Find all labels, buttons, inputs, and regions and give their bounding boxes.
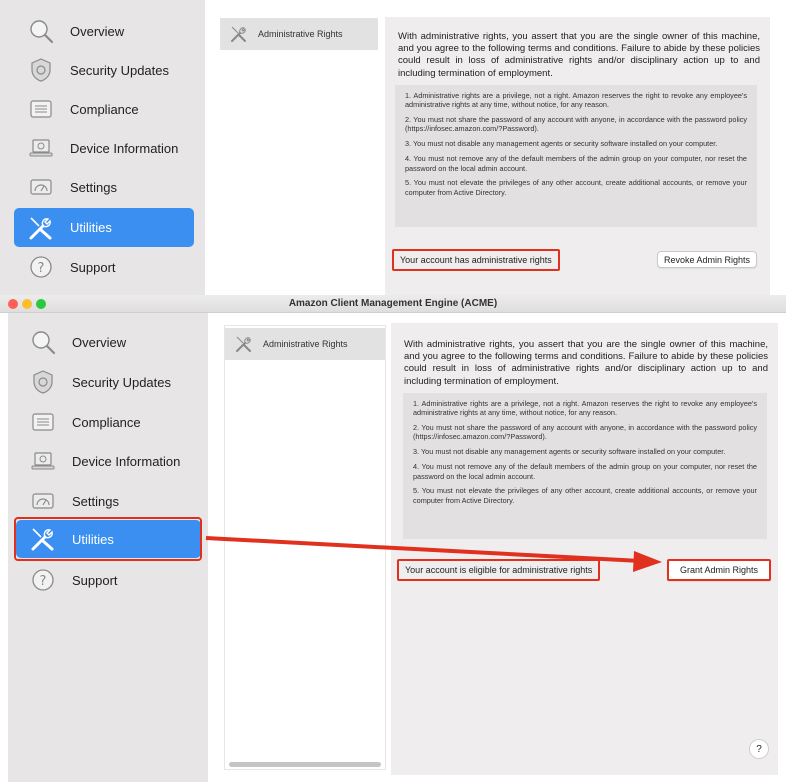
shield-icon: [28, 367, 58, 397]
sidebar-item-settings[interactable]: Settings: [16, 484, 201, 518]
sidebar-item-device-information[interactable]: Device Information: [14, 131, 194, 165]
sidebar-item-support[interactable]: ? Support: [16, 563, 201, 597]
grant-admin-rights-button[interactable]: Grant Admin Rights: [667, 559, 771, 581]
term-item: 3. You must not disable any management a…: [405, 139, 718, 149]
magnifier-icon: [26, 16, 56, 46]
tools-icon: [230, 25, 248, 43]
magnifier-icon: [28, 327, 58, 357]
sidebar-item-label: Overview: [72, 334, 127, 350]
sidebar-item-compliance[interactable]: Compliance: [14, 92, 194, 126]
term-item: 1. Administrative rights are a privilege…: [405, 91, 747, 110]
shield-icon: [26, 55, 56, 85]
tools-icon: [235, 335, 253, 353]
intro-text: With administrative rights, you assert t…: [398, 31, 760, 79]
admin-status-label: Your account is eligible for administrat…: [397, 559, 601, 581]
sidebar-item-label: Support: [70, 259, 116, 275]
help-button[interactable]: ?: [749, 739, 769, 759]
svg-text:?: ?: [38, 261, 45, 276]
bottom-screenshot-panel: Amazon Client Management Engine (ACME) O…: [0, 295, 786, 782]
term-item: 3. You must not disable any management a…: [413, 447, 726, 457]
sidebar: Overview Security Updates Compliance Dev…: [0, 0, 205, 295]
sidebar-item-label: Support: [72, 572, 118, 588]
sidebar-item-label: Security Updates: [70, 62, 169, 78]
term-item: 4. You must not remove any of the defaul…: [405, 154, 747, 173]
utilities-list: Administrative Rights: [218, 15, 378, 295]
horizontal-scrollbar[interactable]: [229, 762, 381, 767]
term-item: 5. You must not elevate the privileges o…: [413, 486, 757, 505]
window-titlebar: Amazon Client Management Engine (ACME): [0, 295, 786, 313]
sidebar-item-settings[interactable]: Settings: [14, 170, 194, 204]
sidebar-item-label: Overview: [70, 23, 125, 39]
term-item: 4. You must not remove any of the defaul…: [413, 462, 757, 481]
term-item: 2. You must not share the password of an…: [413, 423, 757, 442]
list-item-administrative-rights[interactable]: Administrative Rights: [220, 18, 378, 50]
sidebar-item-security-updates[interactable]: Security Updates: [14, 53, 194, 87]
list-item-administrative-rights[interactable]: Administrative Rights: [225, 328, 385, 360]
revoke-admin-rights-button[interactable]: Revoke Admin Rights: [657, 251, 757, 268]
sidebar-item-security-updates[interactable]: Security Updates: [16, 365, 201, 399]
laptop-icon: [28, 446, 58, 476]
sidebar-item-label: Settings: [72, 493, 119, 509]
sidebar-item-label: Compliance: [70, 101, 139, 117]
window-title: Amazon Client Management Engine (ACME): [288, 298, 498, 309]
term-item: 1. Administrative rights are a privilege…: [413, 399, 757, 418]
admin-status-label: Your account has administrative rights: [392, 249, 560, 271]
sidebar-item-compliance[interactable]: Compliance: [16, 405, 201, 439]
term-item: 2. You must not share the password of an…: [405, 115, 747, 134]
utilities-list: Administrative Rights: [224, 325, 386, 770]
gauge-icon: [26, 172, 56, 202]
detail-pane: With administrative rights, you assert t…: [391, 323, 778, 775]
laptop-icon: [26, 133, 56, 163]
utilities-highlight-box: [14, 517, 202, 561]
sidebar-item-support[interactable]: ? Support: [14, 250, 194, 284]
list-item-label: Administrative Rights: [258, 29, 343, 39]
sidebar-item-overview[interactable]: Overview: [14, 14, 194, 48]
sidebar-item-label: Security Updates: [72, 374, 171, 390]
help-icon: ?: [28, 565, 58, 595]
sidebar-item-label: Device Information: [72, 453, 181, 469]
checklist-icon: [26, 94, 56, 124]
tools-icon: [26, 213, 56, 243]
list-item-label: Administrative Rights: [263, 339, 348, 349]
top-screenshot-panel: Overview Security Updates Compliance Dev…: [0, 0, 786, 295]
detail-pane: With administrative rights, you assert t…: [385, 17, 770, 295]
terms-list: 1. Administrative rights are a privilege…: [403, 393, 767, 539]
sidebar-item-overview[interactable]: Overview: [16, 325, 201, 359]
sidebar-item-utilities[interactable]: Utilities: [14, 208, 194, 247]
term-item: 5. You must not elevate the privileges o…: [405, 178, 747, 197]
gauge-icon: [28, 486, 58, 516]
intro-text: With administrative rights, you assert t…: [404, 339, 768, 387]
help-icon: ?: [26, 252, 56, 282]
sidebar-item-device-information[interactable]: Device Information: [16, 444, 201, 478]
sidebar-item-label: Compliance: [72, 414, 141, 430]
terms-list: 1. Administrative rights are a privilege…: [395, 85, 757, 227]
checklist-icon: [28, 407, 58, 437]
sidebar-item-label: Device Information: [70, 140, 179, 156]
sidebar-item-label: Utilities: [70, 220, 112, 235]
sidebar-item-label: Settings: [70, 179, 117, 195]
svg-text:?: ?: [40, 574, 47, 589]
